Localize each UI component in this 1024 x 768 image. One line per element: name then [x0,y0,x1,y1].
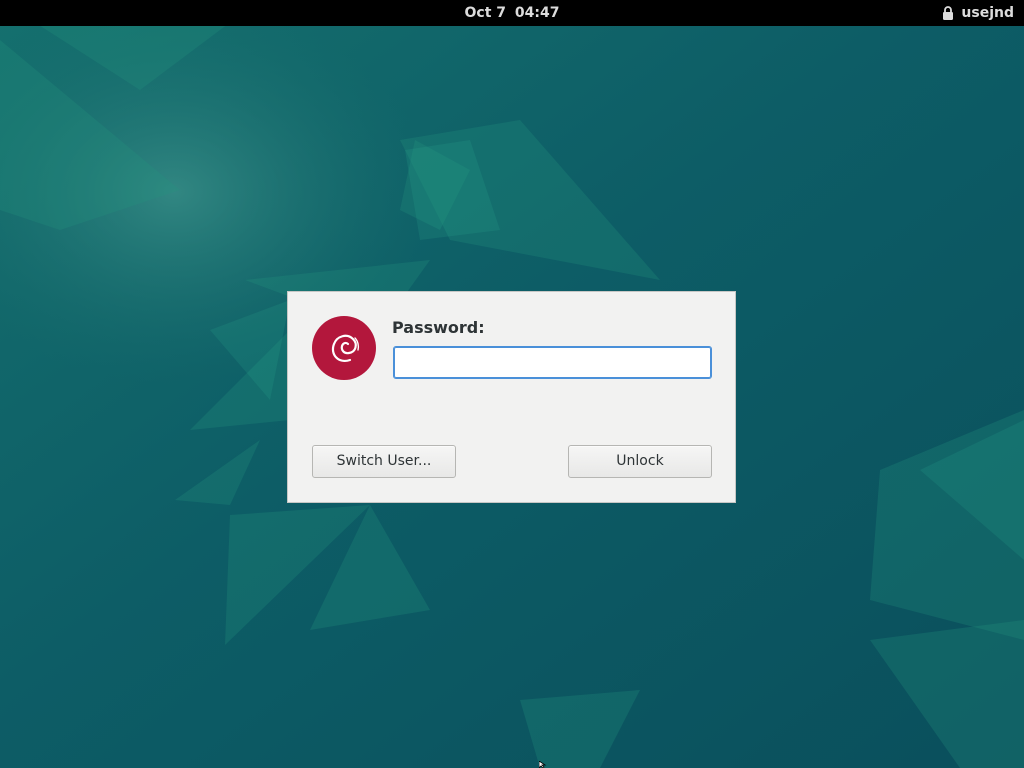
unlock-dialog: Password: Switch User... Unlock [287,291,736,503]
time-label: 04:47 [514,5,560,21]
date-label: Oct 7 [464,5,507,21]
switch-user-button[interactable]: Switch User... [312,445,456,478]
clock-button[interactable]: Oct 7 04:47 [0,0,1024,26]
password-input[interactable] [393,346,712,379]
lock-icon [942,6,954,20]
password-label: Password: [392,318,485,337]
top-bar: Oct 7 04:47 usejnd [0,0,1024,26]
unlock-button[interactable]: Unlock [568,445,712,478]
username-label: usejnd [961,5,1014,21]
debian-logo-icon [312,316,376,380]
mouse-pointer-icon [539,761,547,768]
system-status-menu[interactable]: usejnd [942,0,1014,26]
